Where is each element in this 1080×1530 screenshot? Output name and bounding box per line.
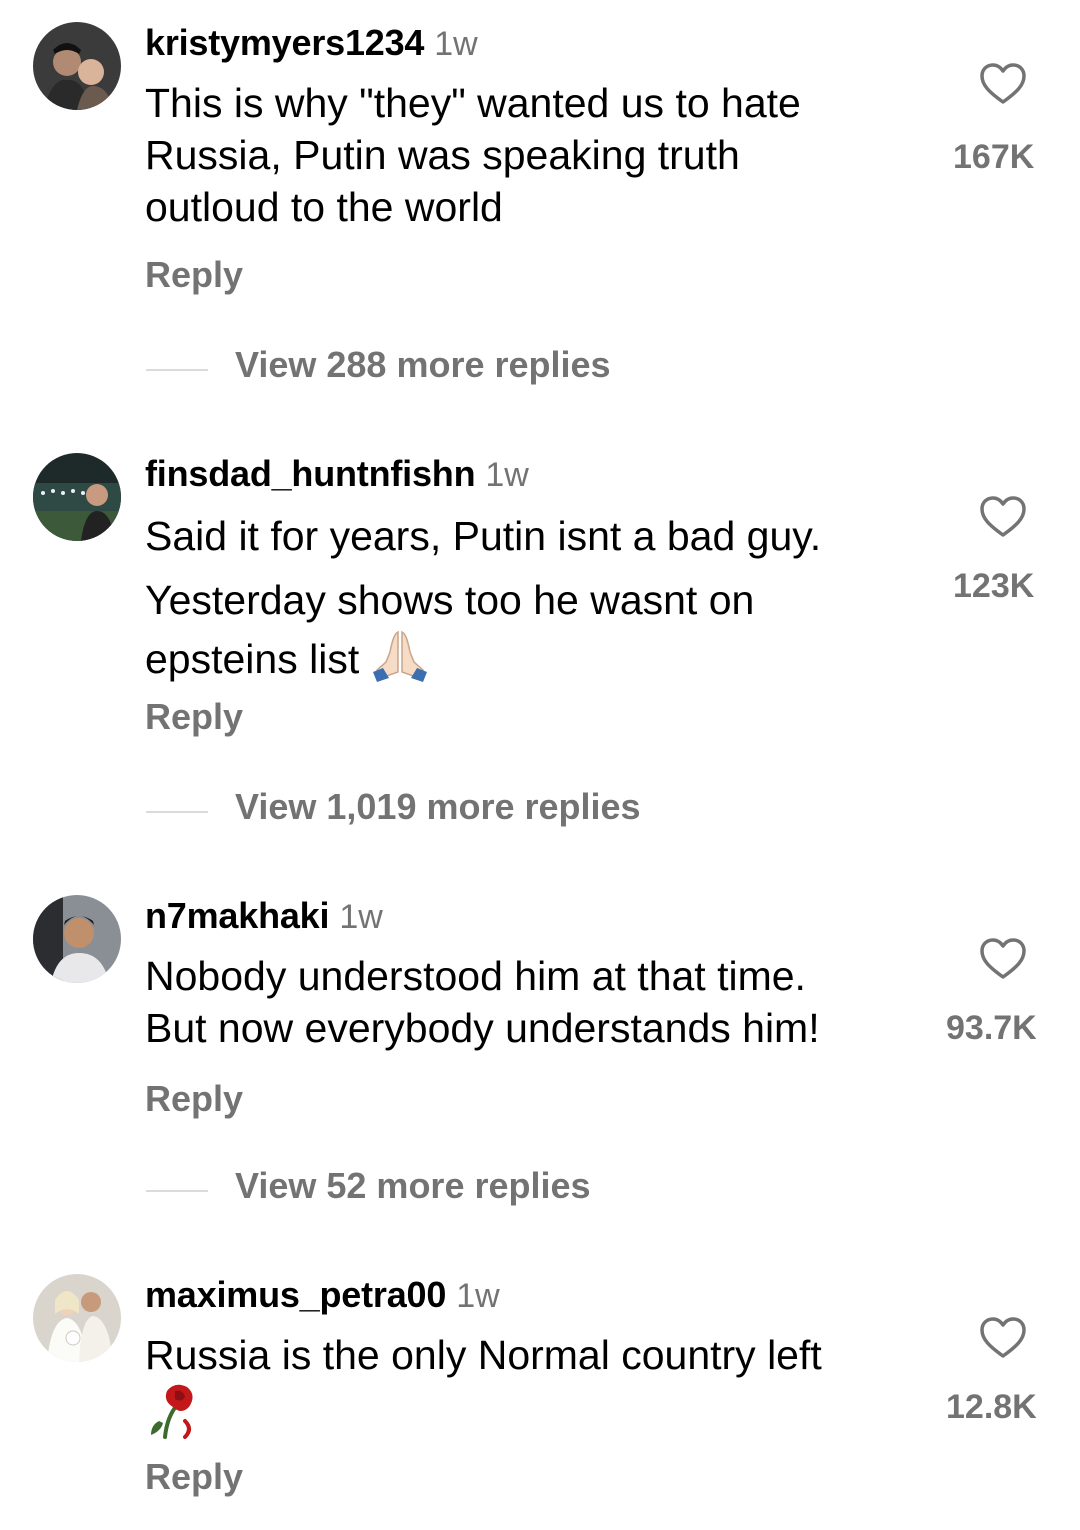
- like-count: 12.8K: [946, 1388, 1037, 1426]
- comment-line: But now everybody understands him!: [145, 1005, 820, 1051]
- comment-line: [145, 1381, 935, 1451]
- view-replies-link[interactable]: View 52 more replies: [146, 1165, 846, 1215]
- comment-header: n7makhaki 1w: [145, 895, 383, 937]
- heart-outline-icon[interactable]: [979, 62, 1027, 106]
- heart-outline-icon[interactable]: [979, 495, 1027, 539]
- comment-line: epsteins list: [145, 628, 935, 696]
- wilted-flower-emoji: [145, 1381, 203, 1451]
- reply-button[interactable]: Reply: [145, 1456, 243, 1498]
- timestamp: 1w: [485, 456, 529, 494]
- comment-text: Russia is the only Normal country left: [145, 1329, 935, 1451]
- comment-line: Said it for years, Putin isnt a bad guy.: [145, 513, 822, 559]
- timestamp: 1w: [339, 898, 383, 936]
- like-button[interactable]: [938, 937, 1068, 981]
- username[interactable]: finsdad_huntnfishn: [145, 453, 476, 494]
- comment-line: This is why "they" wanted us to hate: [145, 80, 801, 126]
- avatar[interactable]: [33, 22, 121, 110]
- comment-line: Yesterday shows too he wasnt on: [145, 577, 755, 623]
- avatar[interactable]: [33, 453, 121, 541]
- username[interactable]: kristymyers1234: [145, 22, 424, 63]
- view-replies-label[interactable]: View 1,019 more replies: [235, 786, 641, 828]
- divider-line: [146, 811, 208, 813]
- timestamp: 1w: [434, 25, 478, 63]
- view-replies-label[interactable]: View 288 more replies: [235, 344, 611, 386]
- heart-outline-icon[interactable]: [979, 937, 1027, 981]
- reply-button[interactable]: Reply: [145, 254, 243, 296]
- comment-line: outloud to the world: [145, 184, 503, 230]
- comment-line: Russia is the only Normal country left: [145, 1332, 822, 1378]
- comment-text: Nobody understood him at that time. But …: [145, 950, 935, 1054]
- username[interactable]: n7makhaki: [145, 895, 330, 936]
- like-count: 93.7K: [946, 1009, 1037, 1047]
- like-button[interactable]: [938, 1316, 1068, 1360]
- comment-text: Said it for years, Putin isnt a bad guy.…: [145, 508, 935, 696]
- timestamp: 1w: [456, 1277, 500, 1315]
- comment-line: Nobody understood him at that time.: [145, 953, 806, 999]
- avatar[interactable]: [33, 1274, 121, 1362]
- heart-outline-icon[interactable]: [979, 1316, 1027, 1360]
- folded-hands-emoji: [371, 628, 429, 696]
- comment-header: kristymyers1234 1w: [145, 22, 478, 64]
- reply-button[interactable]: Reply: [145, 696, 243, 738]
- comment-line: Russia, Putin was speaking truth: [145, 132, 740, 178]
- comment-header: maximus_petra00 1w: [145, 1274, 500, 1316]
- like-button[interactable]: [938, 62, 1068, 106]
- view-replies-link[interactable]: View 1,019 more replies: [146, 786, 846, 836]
- avatar[interactable]: [33, 895, 121, 983]
- username[interactable]: maximus_petra00: [145, 1274, 446, 1315]
- divider-line: [146, 1190, 208, 1192]
- comment-line-text: epsteins list: [145, 635, 360, 682]
- divider-line: [146, 369, 208, 371]
- like-count: 167K: [953, 138, 1035, 176]
- like-button[interactable]: [938, 495, 1068, 539]
- like-count: 123K: [953, 567, 1035, 605]
- reply-button[interactable]: Reply: [145, 1078, 243, 1120]
- comment-text: This is why "they" wanted us to hate Rus…: [145, 77, 935, 233]
- view-replies-label[interactable]: View 52 more replies: [235, 1165, 591, 1207]
- comment-header: finsdad_huntnfishn 1w: [145, 453, 529, 495]
- view-replies-link[interactable]: View 288 more replies: [146, 344, 846, 394]
